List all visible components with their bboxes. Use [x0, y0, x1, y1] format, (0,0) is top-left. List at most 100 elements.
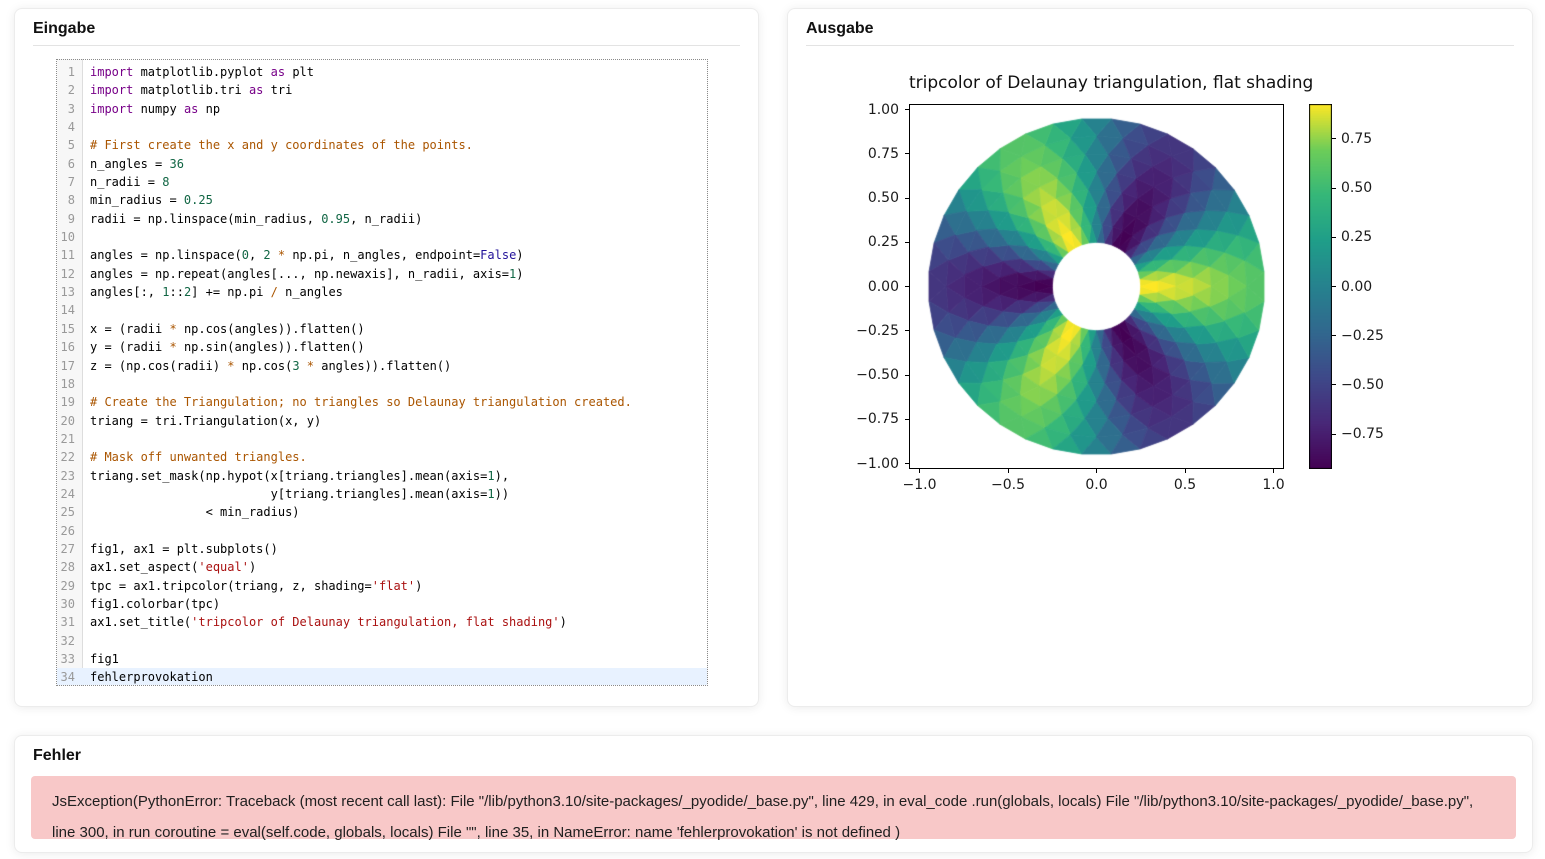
matplotlib-figure: tripcolor of Delaunay triangulation, fla…	[788, 9, 1532, 706]
code-line[interactable]: 16y = (radii * np.sin(angles)).flatten()	[57, 338, 707, 356]
error-panel: Fehler JsException(PythonError: Tracebac…	[14, 735, 1533, 853]
code-line[interactable]: 25 < min_radius)	[57, 503, 707, 521]
code-line-text: fig1.colorbar(tpc)	[82, 595, 707, 613]
line-number: 14	[57, 301, 82, 319]
colorbar-canvas	[1309, 104, 1332, 469]
code-line-text: import matplotlib.pyplot as plt	[82, 63, 707, 81]
code-line-text: x = (radii * np.cos(angles)).flatten()	[82, 320, 707, 338]
input-panel-title: Eingabe	[15, 9, 758, 45]
code-editor[interactable]: 1import matplotlib.pyplot as plt2import …	[56, 59, 708, 686]
y-tick-label: 0.75	[821, 145, 899, 163]
line-number: 31	[57, 613, 82, 631]
code-line[interactable]: 17z = (np.cos(radii) * np.cos(3 * angles…	[57, 357, 707, 375]
code-line[interactable]: 28ax1.set_aspect('equal')	[57, 558, 707, 576]
y-tick-label: 0.50	[821, 189, 899, 207]
line-number: 29	[57, 577, 82, 595]
line-number: 3	[57, 100, 82, 118]
tick-mark	[1332, 335, 1336, 336]
line-number: 8	[57, 191, 82, 209]
code-line[interactable]: 31ax1.set_title('tripcolor of Delaunay t…	[57, 613, 707, 631]
code-line-text: n_radii = 8	[82, 173, 707, 191]
code-line-text	[82, 522, 707, 540]
line-number: 34	[57, 668, 82, 686]
line-number: 32	[57, 632, 82, 650]
line-number: 11	[57, 246, 82, 264]
code-line[interactable]: 11angles = np.linspace(0, 2 * np.pi, n_a…	[57, 246, 707, 264]
code-line[interactable]: 33fig1	[57, 650, 707, 668]
code-line[interactable]: 26	[57, 522, 707, 540]
colorbar-tick-label: 0.50	[1341, 179, 1401, 197]
line-number: 33	[57, 650, 82, 668]
line-number: 17	[57, 357, 82, 375]
code-line[interactable]: 12angles = np.repeat(angles[..., np.newa…	[57, 265, 707, 283]
code-line[interactable]: 30fig1.colorbar(tpc)	[57, 595, 707, 613]
chart-title: tripcolor of Delaunay triangulation, fla…	[909, 73, 1284, 93]
code-line[interactable]: 34fehlerprovokation	[57, 668, 707, 686]
line-number: 27	[57, 540, 82, 558]
code-line[interactable]: 24 y[triang.triangles].mean(axis=1))	[57, 485, 707, 503]
code-line[interactable]: 14	[57, 301, 707, 319]
code-line[interactable]: 32	[57, 632, 707, 650]
code-line[interactable]: 23triang.set_mask(np.hypot(x[triang.tria…	[57, 467, 707, 485]
code-line-text: triang.set_mask(np.hypot(x[triang.triang…	[82, 467, 707, 485]
code-line[interactable]: 6n_angles = 36	[57, 155, 707, 173]
tick-mark	[1332, 138, 1336, 139]
line-number: 23	[57, 467, 82, 485]
code-line[interactable]: 21	[57, 430, 707, 448]
colorbar-tick-label: −0.50	[1341, 376, 1401, 394]
code-line-text: tpc = ax1.tripcolor(triang, z, shading='…	[82, 577, 707, 595]
tick-mark	[905, 286, 909, 287]
code-line-text	[82, 430, 707, 448]
code-line[interactable]: 2import matplotlib.tri as tri	[57, 81, 707, 99]
code-line[interactable]: 4	[57, 118, 707, 136]
colorbar-tick-label: 0.75	[1341, 130, 1401, 148]
input-panel: Eingabe 1import matplotlib.pyplot as plt…	[14, 8, 759, 707]
line-number: 12	[57, 265, 82, 283]
x-tick-label: 1.0	[1244, 476, 1304, 494]
code-line[interactable]: 7n_radii = 8	[57, 173, 707, 191]
code-line[interactable]: 1import matplotlib.pyplot as plt	[57, 63, 707, 81]
code-line[interactable]: 15x = (radii * np.cos(angles)).flatten()	[57, 320, 707, 338]
line-number: 26	[57, 522, 82, 540]
error-panel-title: Fehler	[15, 736, 1532, 772]
tick-mark	[905, 463, 909, 464]
error-message-box: JsException(PythonError: Traceback (most…	[31, 776, 1516, 839]
code-line-text	[82, 301, 707, 319]
line-number: 21	[57, 430, 82, 448]
line-number: 4	[57, 118, 82, 136]
y-tick-label: 0.00	[821, 278, 899, 296]
tick-mark	[1332, 286, 1336, 287]
code-line-text: n_angles = 36	[82, 155, 707, 173]
code-line[interactable]: 9radii = np.linspace(min_radius, 0.95, n…	[57, 210, 707, 228]
code-line-text: triang = tri.Triangulation(x, y)	[82, 412, 707, 430]
y-tick-label: 0.25	[821, 233, 899, 251]
code-line[interactable]: 5# First create the x and y coordinates …	[57, 136, 707, 154]
line-number: 10	[57, 228, 82, 246]
code-line-text: z = (np.cos(radii) * np.cos(3 * angles))…	[82, 357, 707, 375]
code-line[interactable]: 13angles[:, 1::2] += np.pi / n_angles	[57, 283, 707, 301]
code-line[interactable]: 29tpc = ax1.tripcolor(triang, z, shading…	[57, 577, 707, 595]
line-number: 2	[57, 81, 82, 99]
tick-mark	[1008, 469, 1009, 473]
code-line[interactable]: 20triang = tri.Triangulation(x, y)	[57, 412, 707, 430]
code-line[interactable]: 27fig1, ax1 = plt.subplots()	[57, 540, 707, 558]
code-line[interactable]: 3import numpy as np	[57, 100, 707, 118]
line-number: 7	[57, 173, 82, 191]
code-line[interactable]: 18	[57, 375, 707, 393]
code-line[interactable]: 10	[57, 228, 707, 246]
line-number: 13	[57, 283, 82, 301]
code-line-text: angles = np.repeat(angles[..., np.newaxi…	[82, 265, 707, 283]
tick-mark	[905, 375, 909, 376]
line-number: 15	[57, 320, 82, 338]
code-line-text: angles = np.linspace(0, 2 * np.pi, n_ang…	[82, 246, 707, 264]
line-number: 30	[57, 595, 82, 613]
y-tick-label: −0.75	[821, 410, 899, 428]
code-line[interactable]: 22# Mask off unwanted triangles.	[57, 448, 707, 466]
code-line[interactable]: 19# Create the Triangulation; no triangl…	[57, 393, 707, 411]
colorbar-tick-label: 0.25	[1341, 228, 1401, 246]
code-line[interactable]: 8min_radius = 0.25	[57, 191, 707, 209]
y-tick-label: −0.50	[821, 366, 899, 384]
tick-mark	[905, 153, 909, 154]
y-tick-label: 1.00	[821, 101, 899, 119]
tick-mark	[1273, 469, 1274, 473]
